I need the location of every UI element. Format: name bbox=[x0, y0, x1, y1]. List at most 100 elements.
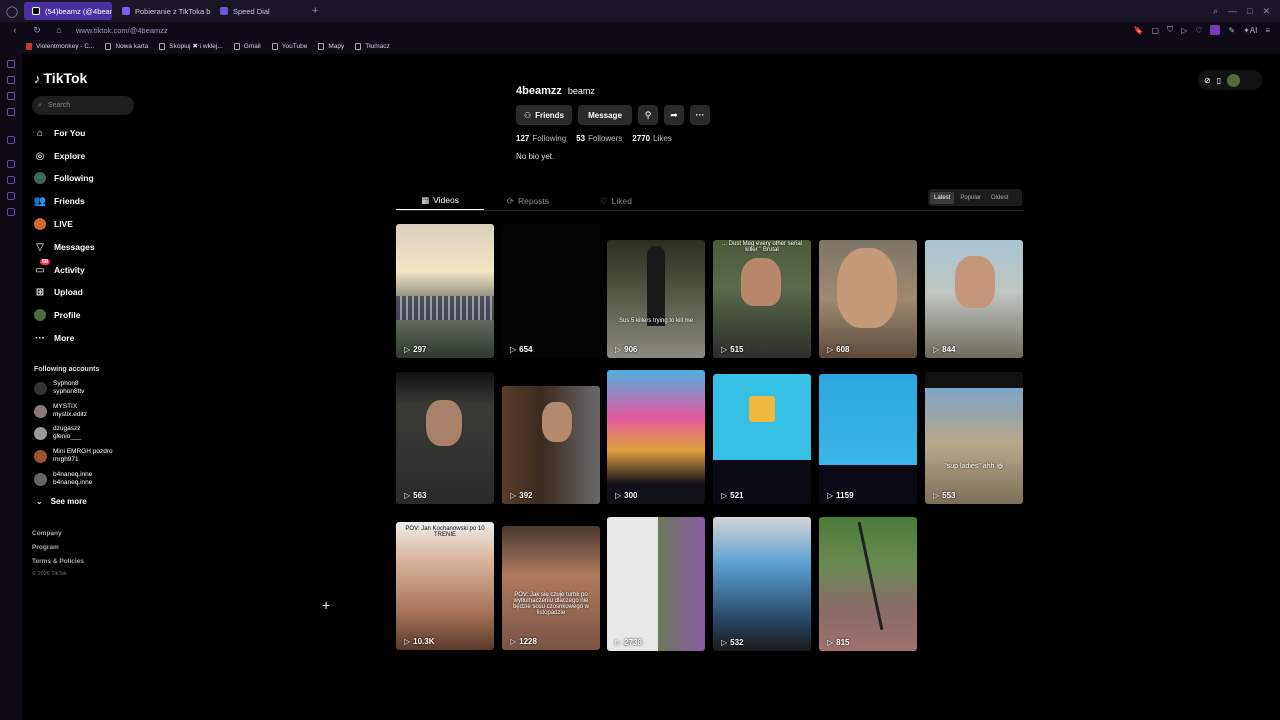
player-icon[interactable] bbox=[7, 160, 15, 168]
nav-messages[interactable]: ▽ Messages bbox=[34, 241, 95, 253]
tiktok-logo[interactable]: ♪ TikTok bbox=[34, 70, 87, 86]
heart-icon[interactable]: ♡ bbox=[1195, 26, 1202, 35]
bookmark-item[interactable]: Skopiuj ✖ i wklej... bbox=[159, 42, 223, 50]
vpn-icon[interactable]: ✎ bbox=[1228, 26, 1235, 35]
reload-icon[interactable]: ↻ bbox=[30, 25, 44, 36]
video-card[interactable]: ... Dust Meg every other serial killer "… bbox=[713, 240, 811, 358]
whatsapp-icon[interactable] bbox=[7, 108, 15, 116]
video-card[interactable]: Sus 5 killers trying to kill me ▷ 906 bbox=[607, 240, 705, 358]
search-tabs-icon[interactable]: ⌕ bbox=[1213, 6, 1218, 17]
maximize-icon[interactable]: □ bbox=[1247, 6, 1252, 17]
video-card[interactable]: ▷ 844 bbox=[925, 240, 1023, 358]
nav-more[interactable]: ··· More bbox=[34, 332, 74, 344]
back-icon[interactable]: ‹ bbox=[8, 25, 22, 35]
share-button[interactable]: ➦ bbox=[664, 105, 684, 125]
page-icon bbox=[355, 42, 362, 50]
friends-button[interactable]: ⚇ Friends bbox=[516, 105, 572, 125]
message-button[interactable]: Message bbox=[578, 105, 632, 125]
video-card[interactable]: ▷ 654 bbox=[502, 224, 600, 358]
bookmark-item[interactable]: Nowa karta bbox=[105, 42, 148, 50]
clock-icon[interactable] bbox=[7, 176, 15, 184]
nav-for-you[interactable]: ⌂ For You bbox=[34, 127, 85, 139]
device-icon[interactable]: ▯ bbox=[1217, 76, 1221, 85]
browser-menu-icon[interactable]: ◯ bbox=[0, 0, 24, 22]
footer-terms-link[interactable]: Terms & Policies bbox=[32, 558, 84, 565]
bookmark-item[interactable]: Tłumacz bbox=[355, 42, 390, 50]
tab-reposts[interactable]: ⟳ Reposts bbox=[484, 191, 572, 211]
page-icon bbox=[318, 42, 325, 50]
avatar[interactable] bbox=[1227, 73, 1241, 87]
video-card[interactable]: "sup ladies" ahh 😆 ▷ 553 bbox=[925, 372, 1023, 504]
minimize-icon[interactable]: — bbox=[1228, 6, 1237, 17]
following-account[interactable]: MYSTIX mystix.editz bbox=[34, 403, 87, 419]
following-account[interactable]: dzugaszz glenio___ bbox=[34, 425, 81, 441]
extension-icon[interactable] bbox=[1210, 25, 1221, 35]
see-more-button[interactable]: ⌄ See more bbox=[36, 497, 87, 506]
followers-stat[interactable]: 53 Followers bbox=[576, 134, 622, 143]
shield-icon[interactable]: ⛉ bbox=[1167, 25, 1173, 35]
follow-suggestions-button[interactable]: ⚲ bbox=[638, 105, 658, 125]
video-card[interactable]: ▷ 563 bbox=[396, 372, 494, 504]
nav-explore[interactable]: ◎ Explore bbox=[34, 150, 86, 162]
browser-menu-lines-icon[interactable]: ≡ bbox=[1265, 26, 1270, 35]
nav-friends[interactable]: 👥 Friends bbox=[34, 195, 85, 207]
nav-upload[interactable]: ⊞ Upload bbox=[34, 286, 83, 298]
home-icon[interactable]: ⌂ bbox=[52, 25, 66, 35]
video-card[interactable]: ▷ 608 bbox=[819, 240, 917, 358]
twitch-icon[interactable] bbox=[7, 136, 15, 144]
video-card[interactable]: ▷ 392 bbox=[502, 386, 600, 504]
nav-profile[interactable]: Profile bbox=[34, 309, 80, 321]
messenger-icon[interactable] bbox=[7, 92, 15, 100]
tab-videos[interactable]: ▦ Videos bbox=[396, 191, 484, 211]
following-stat[interactable]: 127 Following bbox=[516, 134, 566, 143]
video-card[interactable]: ▷ 297 bbox=[396, 224, 494, 358]
video-card[interactable]: POV: Jak się czuje turbk po wytłumaczeni… bbox=[502, 526, 600, 650]
sort-latest[interactable]: Latest bbox=[930, 191, 955, 204]
settings-icon[interactable] bbox=[7, 208, 15, 216]
extensions-icon[interactable] bbox=[7, 192, 15, 200]
views-count: ▷ 563 bbox=[404, 491, 427, 500]
video-card[interactable]: POV: Jan Kochanowski po 10 TRENIE ▷ 10.3K bbox=[396, 522, 494, 650]
video-card[interactable]: ▷ 2738 bbox=[607, 517, 705, 651]
video-card[interactable]: ▷ 532 bbox=[713, 517, 811, 651]
nav-live[interactable]: LIVE bbox=[34, 218, 73, 230]
views-count: ▷ 608 bbox=[827, 345, 850, 354]
play-icon[interactable]: ▷ bbox=[1181, 26, 1187, 35]
nav-activity[interactable]: ▭ 58 Activity bbox=[34, 259, 85, 276]
close-icon[interactable]: ✕ bbox=[1262, 6, 1270, 17]
sort-oldest[interactable]: Oldest bbox=[987, 192, 1012, 204]
url-field[interactable]: www.tiktok.com/@4beamzz bbox=[76, 26, 168, 35]
browser-tab-speed-dial[interactable]: Speed Dial bbox=[212, 2, 304, 20]
screenshot-icon[interactable]: ▢ bbox=[1151, 26, 1159, 35]
views-count: ▷ 532 bbox=[721, 638, 744, 647]
following-account[interactable]: b4naneq.inne b4naneq.inne bbox=[34, 471, 92, 487]
following-account[interactable]: Mini EMRGH pozdro mrgh971 bbox=[34, 448, 113, 464]
sort-popular[interactable]: Popular bbox=[956, 192, 985, 204]
bookmark-item[interactable]: Violentmonkey - C... bbox=[26, 42, 94, 50]
bookmark-icon[interactable]: 🔖 bbox=[1134, 26, 1144, 35]
nav-following[interactable]: Following bbox=[34, 172, 94, 184]
video-card[interactable]: ▷ 521 bbox=[713, 374, 811, 504]
footer-company-link[interactable]: Company bbox=[32, 530, 62, 537]
new-tab-icon[interactable]: + bbox=[312, 5, 318, 17]
browser-tab-tiktok[interactable]: (54)beamz (@4beamzz) bbox=[24, 2, 112, 20]
video-card[interactable]: ▷ 1159 bbox=[819, 374, 917, 504]
video-card[interactable]: ▷ 300 bbox=[607, 370, 705, 504]
speed-dial-favicon-icon bbox=[220, 7, 228, 15]
bookmark-item[interactable]: Mapy bbox=[318, 42, 344, 50]
compass-icon[interactable]: ⊘ bbox=[1204, 76, 1211, 85]
video-card[interactable]: ▷ 815 bbox=[819, 517, 917, 651]
views-label: 521 bbox=[730, 491, 744, 500]
download-icon[interactable] bbox=[7, 76, 15, 84]
ai-icon[interactable]: ✦AI bbox=[1243, 26, 1257, 35]
more-options-button[interactable]: ··· bbox=[690, 105, 710, 125]
tab-liked[interactable]: ♡ Liked bbox=[572, 191, 660, 211]
history-icon[interactable] bbox=[7, 60, 15, 68]
bookmark-item[interactable]: Gmail bbox=[233, 42, 261, 50]
footer-program-link[interactable]: Program bbox=[32, 544, 59, 551]
browser-tab-download[interactable]: Pobieranie z TikToka bez bbox=[114, 2, 210, 20]
bookmarks-bar: Violentmonkey - C... Nowa karta Skopiuj … bbox=[0, 38, 1280, 54]
following-account[interactable]: Syphon8 syphon8ttv bbox=[34, 380, 84, 396]
search-input[interactable]: ⌕ Search bbox=[32, 96, 134, 115]
bookmark-item[interactable]: YouTube bbox=[271, 42, 307, 50]
